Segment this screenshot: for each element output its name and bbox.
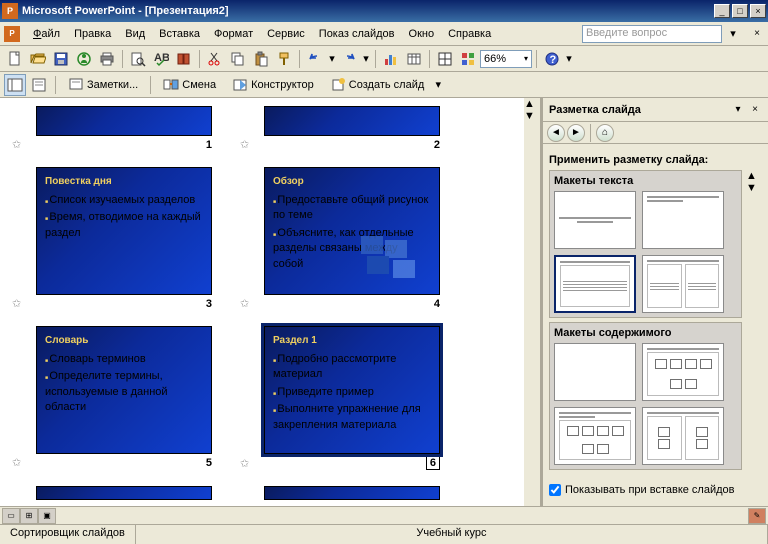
normal-view-icon[interactable]: ▭	[2, 508, 20, 524]
animation-icon: ✩	[240, 457, 249, 470]
zoom-input[interactable]: 66%▾	[480, 50, 532, 68]
slideshow-view-icon[interactable]: ▣	[38, 508, 56, 524]
table-button[interactable]	[403, 48, 425, 70]
layout-title-slide[interactable]	[554, 191, 636, 249]
app-icon: P	[2, 3, 18, 19]
show-formatting-button[interactable]	[28, 74, 50, 96]
slide-thumbnail[interactable]	[36, 486, 212, 500]
undo-button[interactable]	[304, 48, 326, 70]
taskpane-forward-button[interactable]: ►	[567, 124, 585, 142]
animation-icon: ✩	[240, 138, 249, 151]
slide-number: 5	[206, 457, 212, 469]
taskpane-close-button[interactable]: ×	[748, 103, 762, 117]
status-course: Учебный курс	[136, 525, 768, 544]
slide-thumbnail[interactable]: Повестка дня Список изучаемых разделовВр…	[36, 167, 212, 295]
menu-edit[interactable]: Правка	[67, 26, 118, 42]
layout-title-two-text[interactable]	[642, 255, 724, 313]
new-slide-button[interactable]: Создать слайд	[323, 74, 431, 96]
designer-button[interactable]: Конструктор	[225, 74, 321, 96]
slide-number: 6	[426, 456, 440, 470]
layout-title-text[interactable]	[554, 255, 636, 313]
spelling-button[interactable]: ABC	[150, 48, 172, 70]
normal-view-button[interactable]	[4, 74, 26, 96]
menu-window[interactable]: Окно	[402, 26, 442, 42]
toolbar-options[interactable]: ▾	[564, 48, 574, 70]
research-button[interactable]	[173, 48, 195, 70]
taskpane-scroll-down[interactable]: ▼	[746, 182, 762, 194]
layout-group-title: Макеты текста	[554, 175, 737, 187]
copy-button[interactable]	[227, 48, 249, 70]
taskpane-home-button[interactable]: ⌂	[596, 124, 614, 142]
taskpane-apply-label: Применить разметку слайда:	[549, 154, 762, 166]
slide-thumbnail[interactable]: Обзор Предоставьте общий рисунок по теме…	[264, 167, 440, 295]
slide-number: 1	[206, 139, 212, 151]
transition-button[interactable]: Смена	[156, 74, 223, 96]
tables-borders-button[interactable]	[434, 48, 456, 70]
animation-icon: ✩	[12, 456, 21, 469]
layout-title-content[interactable]	[554, 407, 636, 465]
format-painter-button[interactable]	[273, 48, 295, 70]
taskpane-title: Разметка слайда	[549, 104, 728, 116]
slide-thumbnail[interactable]	[36, 106, 212, 136]
layout-two-content[interactable]	[642, 407, 724, 465]
chart-button[interactable]	[380, 48, 402, 70]
language-icon[interactable]: ✎	[748, 508, 766, 524]
layout-group-title: Макеты содержимого	[554, 327, 737, 339]
menu-service[interactable]: Сервис	[260, 26, 312, 42]
minimize-button[interactable]: _	[714, 4, 730, 18]
slide-thumbnail[interactable]	[264, 486, 440, 500]
menu-view[interactable]: Вид	[118, 26, 152, 42]
taskpane-back-button[interactable]: ◄	[547, 124, 565, 142]
preview-button[interactable]	[127, 48, 149, 70]
scroll-down-button[interactable]: ▼	[524, 110, 540, 122]
open-button[interactable]	[27, 48, 49, 70]
paste-button[interactable]	[250, 48, 272, 70]
close-button[interactable]: ×	[750, 4, 766, 18]
slide-sorter-view[interactable]: ✩ 1 ✩ 2 Повестка дня Список изучаемых разд…	[0, 98, 524, 506]
taskpane-dropdown[interactable]: ▾	[731, 103, 745, 117]
show-on-insert-label: Показывать при вставке слайдов	[565, 484, 735, 496]
window-title: Microsoft PowerPoint - [Презентация2]	[22, 5, 712, 17]
slide-number: 3	[206, 298, 212, 310]
layout-title-only[interactable]	[642, 191, 724, 249]
print-button[interactable]	[96, 48, 118, 70]
slide-number: 2	[434, 139, 440, 151]
help-search-input[interactable]: Введите вопрос	[582, 25, 722, 43]
notes-button[interactable]: Заметки...	[61, 74, 145, 96]
show-grid-button[interactable]	[457, 48, 479, 70]
svg-text:?: ?	[550, 54, 557, 66]
menu-dropdown-icon[interactable]: ▾	[722, 23, 744, 45]
redo-button[interactable]	[338, 48, 360, 70]
taskpane-scroll-up[interactable]: ▲	[746, 170, 762, 182]
status-sorter: Сортировщик слайдов	[0, 525, 136, 544]
slide-thumbnail[interactable]: Раздел 1 Подробно рассмотрите материалПр…	[264, 326, 440, 454]
doc-icon: P	[4, 26, 20, 42]
cut-button[interactable]	[204, 48, 226, 70]
undo-dropdown[interactable]: ▾	[327, 48, 337, 70]
scroll-up-button[interactable]: ▲	[524, 98, 540, 110]
animation-icon: ✩	[12, 297, 21, 310]
animation-icon: ✩	[240, 297, 249, 310]
new-button[interactable]	[4, 48, 26, 70]
toolbar2-options[interactable]: ▾	[433, 74, 443, 96]
doc-close-button[interactable]: ×	[750, 27, 764, 41]
save-button[interactable]	[50, 48, 72, 70]
show-on-insert-checkbox[interactable]	[549, 484, 561, 496]
menu-slideshow[interactable]: Показ слайдов	[312, 26, 402, 42]
slide-number: 4	[434, 298, 440, 310]
layout-blank[interactable]	[554, 343, 636, 401]
menu-help[interactable]: Справка	[441, 26, 498, 42]
menu-insert[interactable]: Вставка	[152, 26, 207, 42]
redo-dropdown[interactable]: ▾	[361, 48, 371, 70]
help-button[interactable]: ?	[541, 48, 563, 70]
sorter-view-icon[interactable]: ⊞	[20, 508, 38, 524]
slide-thumbnail[interactable]	[264, 106, 440, 136]
menu-format[interactable]: Формат	[207, 26, 260, 42]
permission-button[interactable]	[73, 48, 95, 70]
layout-content[interactable]	[642, 343, 724, 401]
maximize-button[interactable]: □	[732, 4, 748, 18]
slide-thumbnail[interactable]: Словарь Словарь терминовОпределите терми…	[36, 326, 212, 454]
menu-file[interactable]: Файл	[26, 26, 67, 42]
animation-icon: ✩	[12, 138, 21, 151]
